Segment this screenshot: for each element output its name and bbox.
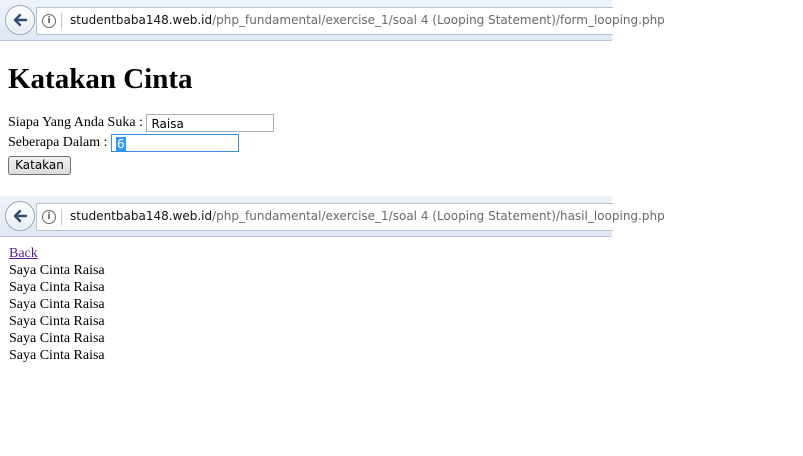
- result-line: Saya Cinta Raisa: [9, 297, 105, 312]
- depth-label: Seberapa Dalam :: [8, 135, 108, 151]
- divider: [61, 13, 62, 29]
- url-text: studentbaba148.web.id/php_fundamental/ex…: [70, 13, 665, 27]
- address-bar[interactable]: i studentbaba148.web.id/php_fundamental/…: [36, 203, 665, 231]
- result-line: Saya Cinta Raisa: [9, 331, 105, 346]
- divider: [61, 209, 62, 225]
- name-input-value: Raisa: [151, 117, 184, 131]
- address-bar[interactable]: i studentbaba148.web.id/php_fundamental/…: [36, 7, 665, 35]
- back-button[interactable]: [5, 5, 35, 35]
- back-arrow-icon: [13, 13, 28, 27]
- browser-toolbar-form: i studentbaba148.web.id/php_fundamental/…: [0, 0, 665, 41]
- url-host: studentbaba148.web.id: [70, 13, 213, 27]
- result-line: Saya Cinta Raisa: [9, 348, 105, 363]
- result-line: Saya Cinta Raisa: [9, 280, 105, 295]
- depth-input[interactable]: 6: [111, 134, 240, 152]
- url-path: /php_fundamental/exercise_1/soal 4 (Loop…: [212, 209, 665, 223]
- name-input[interactable]: Raisa: [146, 114, 275, 132]
- form-page: Katakan Cinta Siapa Yang Anda Suka : Rai…: [8, 62, 275, 175]
- result-line: Saya Cinta Raisa: [9, 314, 105, 329]
- url-path: /php_fundamental/exercise_1/soal 4 (Loop…: [212, 13, 665, 27]
- info-icon[interactable]: i: [42, 14, 56, 28]
- url-text: studentbaba148.web.id/php_fundamental/ex…: [70, 209, 665, 223]
- name-label: Siapa Yang Anda Suka :: [8, 115, 143, 131]
- browser-toolbar-result: i studentbaba148.web.id/php_fundamental/…: [0, 196, 665, 237]
- katakan-button[interactable]: Katakan: [8, 156, 71, 175]
- page-title: Katakan Cinta: [8, 63, 193, 95]
- result-line: Saya Cinta Raisa: [9, 263, 105, 278]
- back-link[interactable]: Back: [9, 245, 105, 262]
- url-host: studentbaba148.web.id: [70, 209, 213, 223]
- name-row: Siapa Yang Anda Suka : Raisa: [8, 114, 275, 132]
- back-arrow-icon: [13, 209, 28, 223]
- back-button[interactable]: [5, 201, 35, 231]
- info-icon[interactable]: i: [42, 210, 56, 224]
- depth-row: Seberapa Dalam : 6: [8, 134, 240, 152]
- result-page: Back Saya Cinta Raisa Saya Cinta Raisa S…: [9, 245, 105, 364]
- depth-input-value: 6: [116, 137, 126, 151]
